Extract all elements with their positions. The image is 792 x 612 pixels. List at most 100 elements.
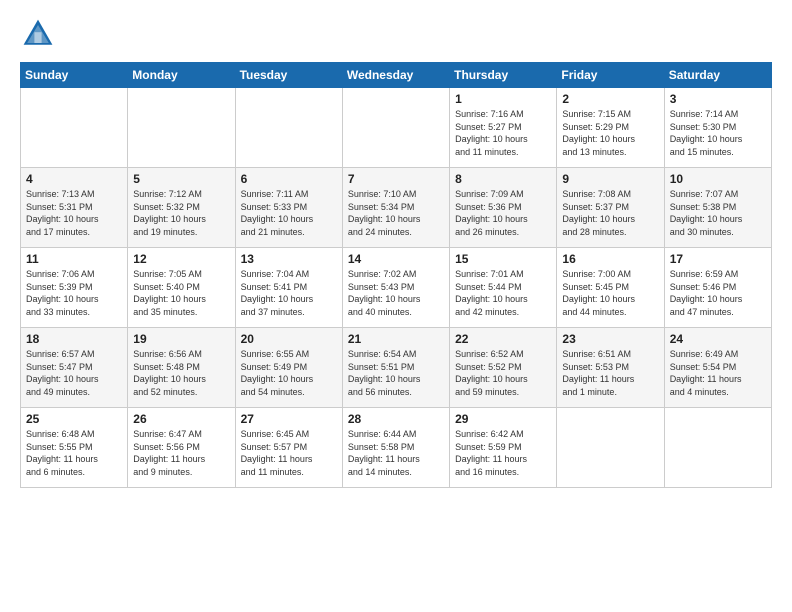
calendar-week-2: 4Sunrise: 7:13 AMSunset: 5:31 PMDaylight… (21, 168, 772, 248)
day-number: 20 (241, 332, 337, 346)
day-info: Sunrise: 7:16 AMSunset: 5:27 PMDaylight:… (455, 108, 551, 158)
calendar-week-3: 11 Sunrise: 7:06 AMSunset: 5:39 PMDayligh… (21, 248, 772, 328)
calendar-cell (128, 88, 235, 168)
day-info: Sunrise: 6:44 AMSunset: 5:58 PMDaylight:… (348, 428, 444, 478)
day-number: 11 (26, 252, 122, 266)
calendar-cell: 28Sunrise: 6:44 AMSunset: 5:58 PMDayligh… (342, 408, 449, 488)
day-number: 10 (670, 172, 766, 186)
day-info: Sunrise: 7:02 AMSunset: 5:43 PMDaylight:… (348, 268, 444, 318)
day-info: Sunrise: 6:52 AMSunset: 5:52 PMDaylight:… (455, 348, 551, 398)
day-number: 2 (562, 92, 658, 106)
calendar-cell: 15Sunrise: 7:01 AMSunset: 5:44 PMDayligh… (450, 248, 557, 328)
calendar-cell (557, 408, 664, 488)
calendar-cell: 18Sunrise: 6:57 AMSunset: 5:47 PMDayligh… (21, 328, 128, 408)
logo (20, 16, 60, 52)
calendar-cell: 24 Sunrise: 6:49 AMSunset: 5:54 PMDayligh… (664, 328, 771, 408)
day-number: 7 (348, 172, 444, 186)
calendar-cell: 20 Sunrise: 6:55 AMSunset: 5:49 PMDayligh… (235, 328, 342, 408)
day-number: 27 (241, 412, 337, 426)
day-info: Sunrise: 7:12 AMSunset: 5:32 PMDaylight:… (133, 188, 229, 238)
calendar-cell: 23 Sunrise: 6:51 AMSunset: 5:53 PMDayligh… (557, 328, 664, 408)
calendar-cell: 3 Sunrise: 7:14 AMSunset: 5:30 PMDaylight… (664, 88, 771, 168)
calendar-cell: 13 Sunrise: 7:04 AMSunset: 5:41 PMDayligh… (235, 248, 342, 328)
weekday-monday: Monday (128, 63, 235, 88)
calendar-week-4: 18Sunrise: 6:57 AMSunset: 5:47 PMDayligh… (21, 328, 772, 408)
day-info: Sunrise: 7:01 AMSunset: 5:44 PMDaylight:… (455, 268, 551, 318)
day-info: Sunrise: 6:54 AMSunset: 5:51 PMDaylight:… (348, 348, 444, 398)
weekday-tuesday: Tuesday (235, 63, 342, 88)
calendar-cell: 27 Sunrise: 6:45 AMSunset: 5:57 PMDayligh… (235, 408, 342, 488)
day-info: Sunrise: 6:51 AMSunset: 5:53 PMDaylight:… (562, 348, 658, 398)
calendar-cell: 11 Sunrise: 7:06 AMSunset: 5:39 PMDayligh… (21, 248, 128, 328)
day-info: Sunrise: 7:15 AMSunset: 5:29 PMDaylight:… (562, 108, 658, 158)
day-info: Sunrise: 6:45 AMSunset: 5:57 PMDaylight:… (241, 428, 337, 478)
day-number: 29 (455, 412, 551, 426)
day-info: Sunrise: 7:14 AMSunset: 5:30 PMDaylight:… (670, 108, 766, 158)
weekday-wednesday: Wednesday (342, 63, 449, 88)
calendar-cell (235, 88, 342, 168)
day-info: Sunrise: 7:11 AMSunset: 5:33 PMDaylight:… (241, 188, 337, 238)
calendar-cell: 2 Sunrise: 7:15 AMSunset: 5:29 PMDaylight… (557, 88, 664, 168)
day-number: 5 (133, 172, 229, 186)
day-info: Sunrise: 7:04 AMSunset: 5:41 PMDaylight:… (241, 268, 337, 318)
day-number: 6 (241, 172, 337, 186)
day-number: 4 (26, 172, 122, 186)
calendar-cell: 10 Sunrise: 7:07 AMSunset: 5:38 PMDayligh… (664, 168, 771, 248)
day-info: Sunrise: 6:56 AMSunset: 5:48 PMDaylight:… (133, 348, 229, 398)
calendar-cell: 12 Sunrise: 7:05 AMSunset: 5:40 PMDayligh… (128, 248, 235, 328)
day-info: Sunrise: 6:57 AMSunset: 5:47 PMDaylight:… (26, 348, 122, 398)
calendar-cell: 4Sunrise: 7:13 AMSunset: 5:31 PMDaylight… (21, 168, 128, 248)
day-number: 21 (348, 332, 444, 346)
calendar-cell: 8Sunrise: 7:09 AMSunset: 5:36 PMDaylight… (450, 168, 557, 248)
calendar-cell (21, 88, 128, 168)
calendar-body: 1 Sunrise: 7:16 AMSunset: 5:27 PMDaylight… (21, 88, 772, 488)
day-info: Sunrise: 6:48 AMSunset: 5:55 PMDaylight:… (26, 428, 122, 478)
calendar-cell: 17 Sunrise: 6:59 AMSunset: 5:46 PMDayligh… (664, 248, 771, 328)
day-info: Sunrise: 6:55 AMSunset: 5:49 PMDaylight:… (241, 348, 337, 398)
header (20, 16, 772, 52)
weekday-sunday: Sunday (21, 63, 128, 88)
day-number: 12 (133, 252, 229, 266)
calendar-cell: 16 Sunrise: 7:00 AMSunset: 5:45 PMDayligh… (557, 248, 664, 328)
calendar-cell: 7 Sunrise: 7:10 AMSunset: 5:34 PMDaylight… (342, 168, 449, 248)
calendar-cell: 9 Sunrise: 7:08 AMSunset: 5:37 PMDaylight… (557, 168, 664, 248)
day-info: Sunrise: 7:06 AMSunset: 5:39 PMDaylight:… (26, 268, 122, 318)
calendar-week-5: 25 Sunrise: 6:48 AMSunset: 5:55 PMDayligh… (21, 408, 772, 488)
calendar-cell: 25 Sunrise: 6:48 AMSunset: 5:55 PMDayligh… (21, 408, 128, 488)
day-number: 19 (133, 332, 229, 346)
day-info: Sunrise: 7:10 AMSunset: 5:34 PMDaylight:… (348, 188, 444, 238)
day-info: Sunrise: 7:07 AMSunset: 5:38 PMDaylight:… (670, 188, 766, 238)
day-number: 17 (670, 252, 766, 266)
day-info: Sunrise: 6:49 AMSunset: 5:54 PMDaylight:… (670, 348, 766, 398)
calendar-cell: 22 Sunrise: 6:52 AMSunset: 5:52 PMDayligh… (450, 328, 557, 408)
day-info: Sunrise: 7:05 AMSunset: 5:40 PMDaylight:… (133, 268, 229, 318)
day-number: 1 (455, 92, 551, 106)
calendar-cell: 19 Sunrise: 6:56 AMSunset: 5:48 PMDayligh… (128, 328, 235, 408)
calendar-cell: 1 Sunrise: 7:16 AMSunset: 5:27 PMDaylight… (450, 88, 557, 168)
page: Sunday Monday Tuesday Wednesday Thursday… (0, 0, 792, 498)
day-number: 23 (562, 332, 658, 346)
calendar-table: Sunday Monday Tuesday Wednesday Thursday… (20, 62, 772, 488)
calendar-cell: 14Sunrise: 7:02 AMSunset: 5:43 PMDayligh… (342, 248, 449, 328)
day-info: Sunrise: 6:59 AMSunset: 5:46 PMDaylight:… (670, 268, 766, 318)
day-number: 25 (26, 412, 122, 426)
logo-icon (20, 16, 56, 52)
weekday-thursday: Thursday (450, 63, 557, 88)
day-number: 13 (241, 252, 337, 266)
day-number: 22 (455, 332, 551, 346)
day-number: 9 (562, 172, 658, 186)
day-number: 24 (670, 332, 766, 346)
weekday-row: Sunday Monday Tuesday Wednesday Thursday… (21, 63, 772, 88)
day-info: Sunrise: 6:47 AMSunset: 5:56 PMDaylight:… (133, 428, 229, 478)
weekday-friday: Friday (557, 63, 664, 88)
day-number: 3 (670, 92, 766, 106)
day-info: Sunrise: 6:42 AMSunset: 5:59 PMDaylight:… (455, 428, 551, 478)
day-info: Sunrise: 7:00 AMSunset: 5:45 PMDaylight:… (562, 268, 658, 318)
calendar-cell (342, 88, 449, 168)
day-number: 8 (455, 172, 551, 186)
day-info: Sunrise: 7:08 AMSunset: 5:37 PMDaylight:… (562, 188, 658, 238)
weekday-saturday: Saturday (664, 63, 771, 88)
calendar-cell: 29 Sunrise: 6:42 AMSunset: 5:59 PMDayligh… (450, 408, 557, 488)
calendar-header: Sunday Monday Tuesday Wednesday Thursday… (21, 63, 772, 88)
day-number: 16 (562, 252, 658, 266)
